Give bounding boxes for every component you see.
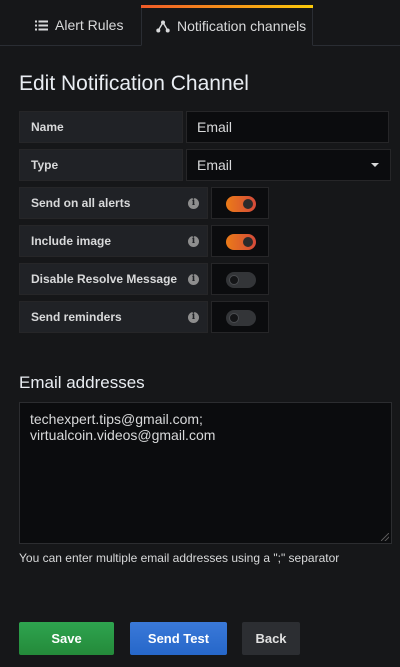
back-button[interactable]: Back	[242, 622, 300, 655]
send-on-all-alerts-toggle[interactable]	[226, 196, 256, 212]
email-addresses-textarea[interactable]: techexpert.tips@gmail.com; virtualcoin.v…	[19, 402, 392, 544]
tab-alert-rules-label: Alert Rules	[55, 17, 124, 33]
tab-notification-channels-label: Notification channels	[177, 18, 307, 34]
email-address-line: virtualcoin.videos@gmail.com	[30, 427, 216, 443]
toggle-row-send-on-all-alerts: Send on all alerts i	[19, 187, 269, 219]
info-icon[interactable]: i	[188, 312, 199, 323]
toggle-knob	[229, 313, 239, 323]
tab-alert-rules[interactable]: Alert Rules	[20, 6, 140, 44]
disable-resolve-message-text: Disable Resolve Message	[31, 272, 178, 286]
tab-notification-channels[interactable]: Notification channels	[141, 5, 313, 46]
include-image-toggle[interactable]	[226, 234, 256, 250]
type-label: Type	[19, 149, 183, 181]
name-input[interactable]: Email	[186, 111, 389, 143]
disable-resolve-message-switch-cell	[211, 263, 269, 295]
info-icon[interactable]: i	[188, 236, 199, 247]
share-nodes-icon	[156, 19, 170, 33]
include-image-label: Include image i	[19, 225, 208, 257]
send-on-all-alerts-label: Send on all alerts i	[19, 187, 208, 219]
email-addresses-heading: Email addresses	[19, 373, 145, 392]
send-reminders-text: Send reminders	[31, 310, 122, 324]
type-select[interactable]: Email	[186, 149, 391, 181]
name-label: Name	[19, 111, 183, 143]
send-test-button[interactable]: Send Test	[130, 622, 227, 655]
send-reminders-label: Send reminders i	[19, 301, 208, 333]
page: Alert Rules Notification channels Edit N…	[0, 0, 400, 667]
send-reminders-switch-cell	[211, 301, 269, 333]
toggle-knob	[243, 199, 253, 209]
name-row: Name Email	[19, 111, 389, 143]
send-on-all-alerts-switch-cell	[211, 187, 269, 219]
email-helper-text: You can enter multiple email addresses u…	[19, 551, 340, 565]
type-select-value: Email	[197, 157, 233, 173]
save-button[interactable]: Save	[19, 622, 114, 655]
toggle-row-send-reminders: Send reminders i	[19, 301, 269, 333]
page-title: Edit Notification Channel	[19, 72, 249, 95]
include-image-switch-cell	[211, 225, 269, 257]
toggle-knob	[243, 237, 253, 247]
list-icon	[34, 18, 48, 32]
resize-grip-icon[interactable]	[381, 533, 389, 541]
include-image-text: Include image	[31, 234, 112, 248]
disable-resolve-message-label: Disable Resolve Message i	[19, 263, 208, 295]
send-reminders-toggle[interactable]	[226, 310, 256, 326]
toggle-knob	[229, 275, 239, 285]
info-icon[interactable]: i	[188, 274, 199, 285]
toggle-row-include-image: Include image i	[19, 225, 269, 257]
email-address-line: techexpert.tips@gmail.com;	[30, 411, 203, 427]
caret-down-icon	[371, 163, 379, 167]
disable-resolve-message-toggle[interactable]	[226, 272, 256, 288]
info-icon[interactable]: i	[188, 198, 199, 209]
tab-bar: Alert Rules Notification channels	[0, 0, 400, 46]
toggle-row-disable-resolve-message: Disable Resolve Message i	[19, 263, 269, 295]
type-row: Type Email	[19, 149, 391, 181]
send-on-all-alerts-text: Send on all alerts	[31, 196, 131, 210]
